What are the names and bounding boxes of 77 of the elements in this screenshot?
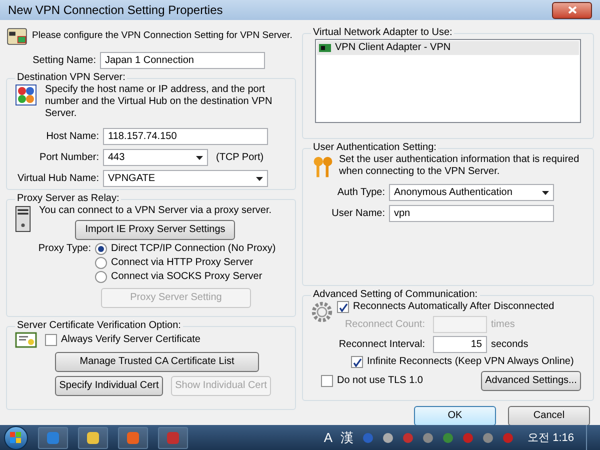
window-title: New VPN Connection Setting Properties [8, 4, 223, 16]
button[interactable]: OK [414, 406, 496, 426]
check-icon [352, 358, 362, 366]
list-item[interactable]: VPN Client Adapter - VPN [317, 41, 579, 55]
group-title: User Authentication Setting: [312, 142, 438, 154]
certificate-icon [15, 332, 37, 348]
dropdown[interactable]: VPNGATE [103, 170, 268, 187]
tray-icon[interactable] [422, 432, 434, 444]
caret-icon [196, 156, 203, 160]
checkbox-label: Reconnects Automatically After Disconnected [353, 301, 554, 313]
group-title: Proxy Server as Relay: [16, 193, 120, 205]
radio-button[interactable] [95, 243, 107, 255]
network-icon [15, 84, 37, 106]
tray-icon[interactable] [382, 432, 394, 444]
gear-icon [311, 301, 333, 323]
taskbar-button[interactable] [38, 426, 68, 448]
field-label: Setting Name: [32, 54, 97, 66]
checkbox[interactable] [45, 334, 57, 346]
radio-label: Connect via SOCKS Proxy Server [111, 271, 262, 283]
close-icon [568, 6, 576, 14]
radio-button[interactable] [95, 257, 107, 269]
checkbox-label: Infinite Reconnects (Keep VPN Always Online) [367, 356, 574, 368]
keys-icon [311, 154, 335, 180]
checkbox[interactable] [321, 375, 333, 387]
group-title: Destination VPN Server: [16, 72, 126, 84]
group-title: Advanced Setting of Communication: [312, 289, 479, 301]
unit-label: seconds [491, 338, 528, 350]
button[interactable]: Import IE Proxy Server Settings [75, 220, 236, 240]
dropdown[interactable]: Anonymous Authentication [389, 184, 554, 201]
network-card-icon [319, 44, 331, 52]
field-label: User Name: [330, 208, 386, 220]
description-text: Set the user authentication information that is required when connecting to the VPN Server. [339, 154, 580, 179]
intro-text: Please configure the VPN Connection Setting for VPN Server. [32, 30, 292, 42]
start-button[interactable] [4, 426, 28, 450]
description-text: You can connect to a VPN Server via a proxy server. [39, 205, 272, 217]
field-label: Virtual Hub Name: [16, 172, 100, 184]
tray-ime-text[interactable]: 漢 [338, 430, 356, 446]
group-title: Virtual Network Adapter to Use: [312, 27, 454, 39]
check-icon [338, 302, 348, 312]
field-label: Reconnect Count: [344, 318, 426, 330]
checkbox-label: Always Verify Server Certificate [61, 334, 200, 346]
tray-icon[interactable] [482, 432, 494, 444]
button[interactable]: Cancel [508, 406, 590, 426]
computer-tower-icon [15, 205, 31, 233]
windows-logo-icon [10, 432, 22, 444]
field-label: Port Number: [38, 152, 100, 164]
button[interactable]: Specify Individual Cert [55, 376, 163, 396]
radio-label: Direct TCP/IP Connection (No Proxy) [111, 243, 276, 255]
clock: 오전 1:16 [526, 430, 575, 444]
input-field[interactable]: 118.157.74.150 [103, 128, 268, 145]
caret-icon [256, 176, 263, 180]
port-note: (TCP Port) [216, 152, 264, 164]
caret-icon [542, 190, 549, 194]
dropdown[interactable]: 443 [103, 149, 208, 166]
group-title: Server Certificate Verification Option: [16, 320, 182, 332]
field-label: Reconnect Interval: [338, 338, 426, 350]
checkbox[interactable] [337, 301, 349, 313]
checkbox[interactable] [351, 356, 363, 368]
unit-label: times [491, 318, 515, 330]
input-field[interactable]: Japan 1 Connection [100, 52, 265, 69]
description-text: Specify the host name or IP address, and the port number and the Virtual Hub on the destination VPN Server. [45, 84, 274, 120]
taskbar-button[interactable] [118, 426, 148, 448]
button[interactable]: Manage Trusted CA Certificate List [55, 352, 259, 372]
radio-label: Connect via HTTP Proxy Server [111, 257, 254, 269]
tray-ime-text[interactable]: A [322, 430, 335, 446]
input-field[interactable]: 15 [433, 336, 487, 353]
server-icon [6, 26, 28, 46]
taskbar-button[interactable] [78, 426, 108, 448]
button[interactable]: Advanced Settings... [481, 371, 581, 391]
close-button[interactable] [552, 2, 592, 18]
radio-button[interactable] [95, 271, 107, 283]
input-field[interactable]: vpn [389, 205, 554, 222]
field-label: Auth Type: [336, 186, 386, 198]
checkbox-label: Do not use TLS 1.0 [337, 375, 423, 387]
tray-icon[interactable] [442, 432, 454, 444]
field-label: Host Name: [45, 130, 100, 142]
field-label: Proxy Type: [37, 243, 92, 256]
